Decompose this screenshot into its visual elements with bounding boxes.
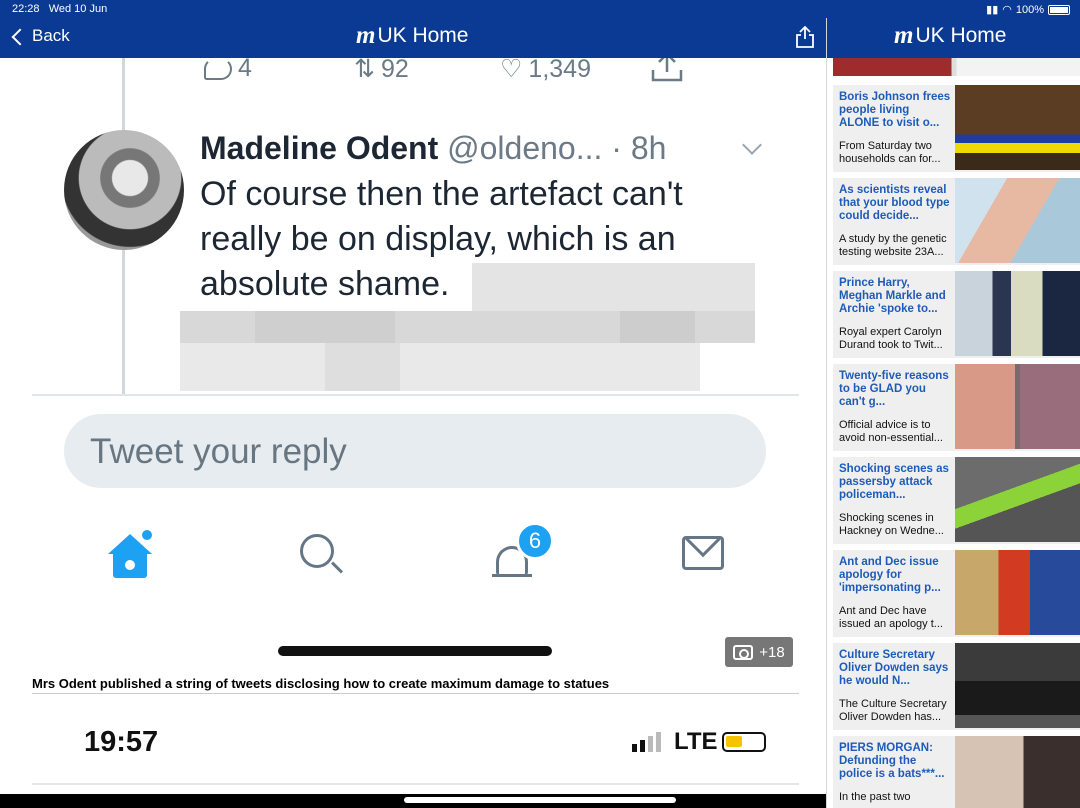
phone-time: 19:57 [84,726,159,758]
photo-count: +18 [759,643,785,661]
article-summary: Royal expert Carolyn Durand took to Twit… [839,326,943,351]
article-card[interactable]: Culture Secretary Oliver Dowden says he … [833,643,1080,730]
tweet-age: · 8h [611,130,667,166]
battery-percent: 100% [1015,3,1044,16]
signal-icon [632,732,661,752]
chevron-left-icon [11,28,29,45]
second-image[interactable]: 19:57 LTE [32,694,799,808]
heart-icon: ♡ [500,58,523,83]
gallery-button[interactable]: +18 [725,637,793,667]
search-icon [300,534,344,578]
article-summary: From Saturday two households can for... [839,140,941,165]
article-summary: A study by the genetic testing website 2… [839,233,947,258]
article-headline: PIERS MORGAN: Defunding the police is a … [839,742,945,780]
article-card[interactable]: As scientists reveal that your blood typ… [833,178,1080,265]
divider [32,394,799,396]
ios-home-indicator [0,794,826,808]
divider [32,783,799,785]
article-headline: Twenty-five reasons to be GLAD you can't… [839,370,949,408]
home-icon [108,528,154,580]
tv-presenters-image [955,550,1080,635]
sunburn-image [955,364,1080,449]
tweet-author: Madeline Odent [200,130,439,166]
article-card[interactable]: Ant and Dec issue apology for 'impersona… [833,550,1080,637]
page-title: m UK Home [356,22,469,49]
mail-logo-icon: m [894,22,914,49]
article-card[interactable]: Prince Harry, Meghan Markle and Archie '… [833,271,1080,358]
press-briefing-image [955,85,1080,170]
street-bike-image [955,457,1080,542]
article-summary: Shocking scenes in Hackney on Wedne... [839,512,944,537]
avatar [64,130,184,250]
article-card[interactable]: Boris Johnson frees people living ALONE … [833,85,1080,172]
retweet-count: ⇅ 92 [354,58,409,84]
comment-icon [204,58,232,80]
blood-test-image [955,178,1080,263]
sidebar-title: m UK Home [894,22,1007,49]
like-count: ♡ 1,349 [500,58,591,84]
back-label: Back [32,26,70,45]
royal-family-image [955,271,1080,356]
mail-icon [682,536,724,570]
article-summary: In the past two [839,791,911,803]
top-bar: 22:28 Wed 10 Jun ▮▮ ◠ 100% Back m UK Hom… [0,0,1080,58]
tweet-header: Madeline Odent @oldeno... · 8h [200,130,666,167]
article-summary: Official advice is to avoid non-essentia… [839,419,943,444]
article-headline: Culture Secretary Oliver Dowden says he … [839,649,949,687]
wifi-icon: ◠ [1002,4,1012,16]
article-card[interactable]: Shocking scenes as passersby attack poli… [833,457,1080,544]
article-headline: Prince Harry, Meghan Markle and Archie '… [839,277,946,315]
article-card[interactable]: PIERS MORGAN: Defunding the police is a … [833,736,1080,808]
chevron-down-icon [742,135,762,155]
camera-icon [733,644,754,660]
mail-logo-icon: m [356,22,376,49]
pane-divider [826,18,827,808]
battery-icon [1048,4,1070,15]
article-headline: As scientists reveal that your blood typ… [839,184,950,222]
tweet-handle: @oldeno... [447,130,603,166]
reply-field: Tweet your reply [64,414,766,488]
article-summary: The Culture Secretary Oliver Dowden has.… [839,698,947,723]
related-articles-sidebar: Boris Johnson frees people living ALONE … [833,58,1080,808]
signal-icon: ▮▮ [986,4,999,16]
pixelated-region [180,263,755,391]
share-icon[interactable] [796,26,814,48]
notification-badge: 6 [516,522,554,560]
status-time: 22:28 Wed 10 Jun [12,3,108,15]
article-summary: Ant and Dec have issued an apology t... [839,605,943,630]
car-arrival-image [955,643,1080,728]
article-card[interactable]: Twenty-five reasons to be GLAD you can't… [833,364,1080,451]
reply-count: 4 [204,58,252,83]
battery-icon [722,732,766,752]
article-headline: Shocking scenes as passersby attack poli… [839,463,949,501]
piers-morgan-image [955,736,1080,808]
network-label: LTE [674,728,718,755]
image-caption: Mrs Odent published a string of tweets d… [32,676,610,691]
retweet-icon: ⇅ [354,58,375,83]
share-icon [651,58,683,82]
status-indicators: ▮▮ ◠ 100% [986,3,1070,16]
article-image[interactable]: 4 ⇅ 92 ♡ 1,349 Madeline Odent @oldeno...… [32,58,799,672]
home-indicator [278,646,552,656]
back-button[interactable]: Back [11,26,70,46]
previous-article-image[interactable] [833,58,1080,76]
article-headline: Ant and Dec issue apology for 'impersona… [839,556,941,594]
twitter-tab-bar: 6 [32,522,799,586]
article-headline: Boris Johnson frees people living ALONE … [839,91,951,129]
tweet-actions: 4 ⇅ 92 ♡ 1,349 [32,58,799,92]
